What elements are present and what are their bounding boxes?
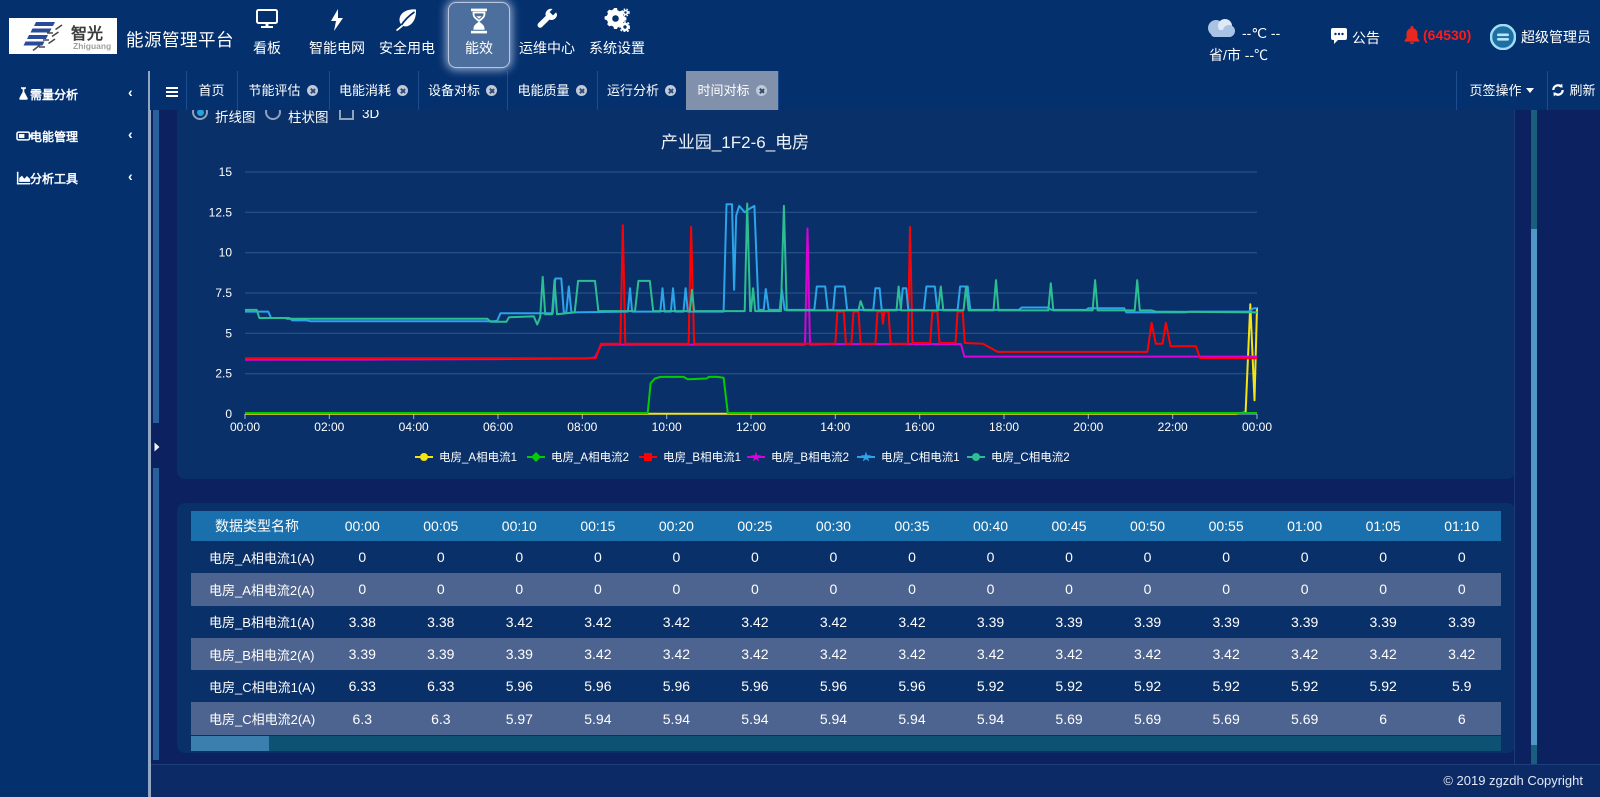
svg-text:Zhiguang: Zhiguang bbox=[73, 41, 111, 51]
